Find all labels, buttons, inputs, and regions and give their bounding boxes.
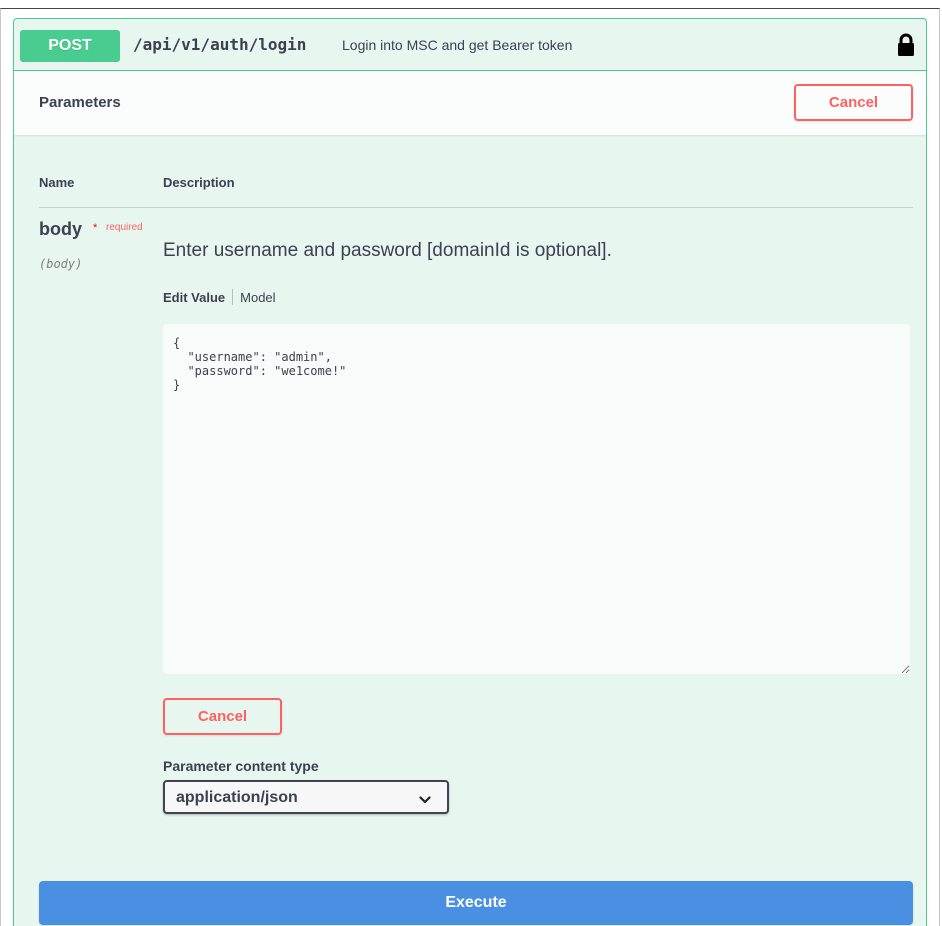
execute-button[interactable]: Execute (39, 881, 913, 925)
operation-block-post: POST /api/v1/auth/login Login into MSC a… (13, 18, 927, 926)
cancel-try-out-button[interactable]: Cancel (794, 84, 913, 121)
parameter-location: (body) (39, 257, 83, 271)
tab-edit-value[interactable]: Edit Value (163, 290, 225, 305)
required-label: required (106, 222, 143, 233)
parameters-header: Parameters Cancel (14, 71, 926, 135)
request-body-editor[interactable] (163, 324, 910, 674)
operation-summary[interactable]: POST /api/v1/auth/login Login into MSC a… (14, 19, 926, 71)
lock-icon[interactable] (896, 33, 916, 57)
operation-description: Login into MSC and get Bearer token (342, 37, 573, 53)
parameters-title: Parameters (39, 94, 121, 111)
content-type-label: Parameter content type (163, 758, 319, 774)
cancel-edit-button[interactable]: Cancel (163, 698, 282, 735)
value-model-tabs: Edit Value Model (163, 289, 276, 305)
chevron-down-icon (419, 792, 431, 804)
parameter-name: body (39, 219, 82, 239)
parameter-description: Enter username and password [domainId is… (163, 240, 612, 261)
endpoint-path: /api/v1/auth/login (133, 35, 307, 54)
http-method-badge: POST (20, 30, 120, 62)
tab-divider (232, 289, 234, 305)
required-asterisk: * (93, 222, 98, 234)
content-type-select[interactable]: application/json (163, 780, 449, 814)
table-header-divider (39, 207, 913, 208)
column-header-description: Description (163, 175, 235, 190)
content-type-selected-value: application/json (176, 789, 298, 806)
column-header-name: Name (39, 175, 75, 190)
tab-model[interactable]: Model (240, 290, 275, 305)
